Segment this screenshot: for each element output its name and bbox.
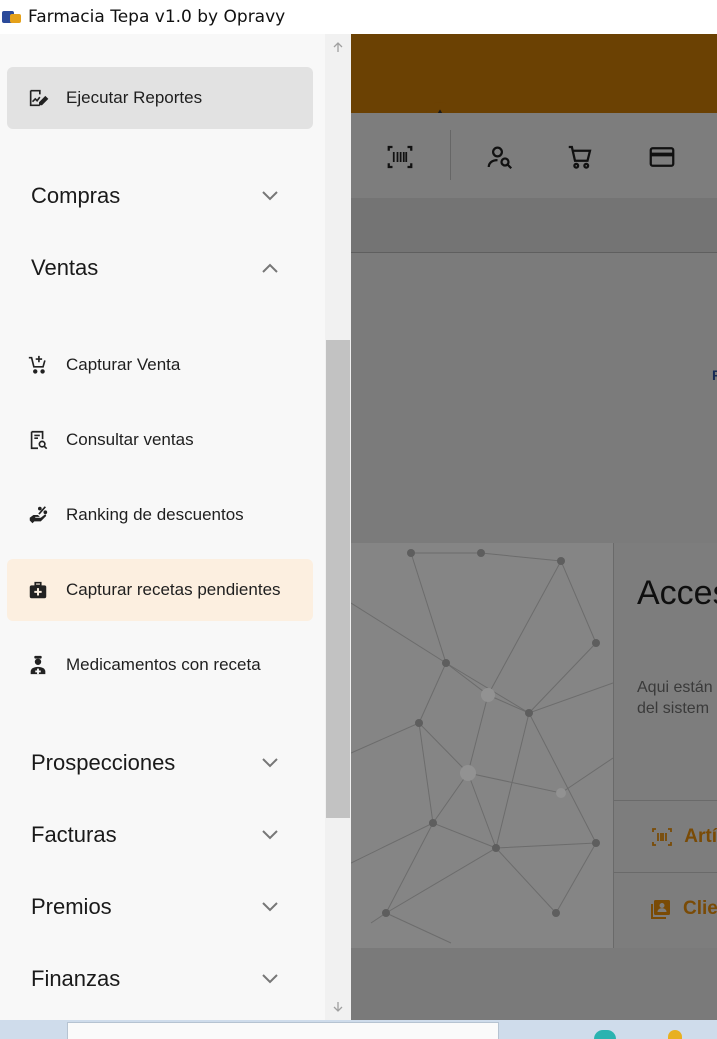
section-label: Ventas [31,255,99,280]
doctor-icon [26,653,50,677]
section-compras[interactable]: Compras [0,168,320,224]
section-label: Compras [31,183,121,208]
section-finanzas[interactable]: Finanzas [0,951,320,1007]
menu-item-capturar-recetas-pendientes[interactable]: Capturar recetas pendientes [7,559,313,621]
taskbar-app-icon[interactable] [668,1030,682,1039]
chevron-down-icon [258,184,282,208]
window-title: Farmacia Tepa v1.0 by Opravy [28,7,286,27]
card-row-clientes[interactable]: Clie [613,872,717,944]
scroll-up-arrow-icon[interactable] [325,34,351,60]
card-title: Acces [637,574,717,612]
contacts-icon [649,896,673,922]
card-description-line2: del sistem [637,700,710,717]
card-row-label: Clie [683,897,717,919]
report-edit-icon [26,86,50,110]
medical-bag-icon [26,578,50,602]
cart-add-icon [26,353,50,377]
taskbar-app-icon[interactable] [594,1030,616,1039]
menu-item-consultar-ventas[interactable]: Consultar ventas [7,409,313,471]
section-premios[interactable]: Premios [0,879,320,935]
section-prospecciones[interactable]: Prospecciones [0,735,320,791]
scrollbar-thumb[interactable] [326,340,350,818]
navigation-drawer: Ejecutar Reportes Compras Ventas Captura… [0,34,351,1020]
card-row-label: Artí [684,825,717,847]
chevron-up-icon [258,256,282,280]
scroll-down-arrow-icon[interactable] [325,994,351,1020]
chevron-down-icon [258,823,282,847]
section-label: Premios [31,894,112,919]
app-logo-icon [2,9,22,25]
chevron-down-icon [258,895,282,919]
window-titlebar: Farmacia Tepa v1.0 by Opravy [0,0,717,34]
drawer-scrollbar[interactable] [325,34,351,1020]
card-description: Aqui están del sistem [637,677,713,719]
card-row-articulos[interactable]: Artí [613,800,717,872]
menu-item-label: Capturar Venta [66,355,181,374]
discount-hand-icon [26,503,50,527]
menu-item-label: Ejecutar Reportes [66,88,203,107]
receipt-search-icon [26,428,50,452]
menu-item-label: Medicamentos con receta [66,655,261,674]
section-label: Finanzas [31,966,121,991]
menu-item-label: Consultar ventas [66,430,194,449]
menu-item-capturar-venta[interactable]: Capturar Venta [7,334,313,396]
page-accent-letter: F [712,367,717,383]
taskbar-search-box[interactable] [67,1022,499,1039]
chevron-down-icon [258,967,282,991]
menu-item-label: Ranking de descuentos [66,505,244,524]
chevron-down-icon [258,751,282,775]
section-facturas[interactable]: Facturas [0,807,320,863]
section-label: Prospecciones [31,750,176,775]
section-ventas[interactable]: Ventas [0,240,320,296]
menu-item-ejecutar-reportes[interactable]: Ejecutar Reportes [7,67,313,129]
menu-item-medicamentos-con-receta[interactable]: Medicamentos con receta [7,634,313,696]
barcode-icon [649,824,674,850]
menu-item-label: Capturar recetas pendientes [66,580,281,599]
card-description-line1: Aqui están [637,679,713,696]
section-label: Facturas [31,822,117,847]
menu-item-ranking-descuentos[interactable]: Ranking de descuentos [7,484,313,546]
